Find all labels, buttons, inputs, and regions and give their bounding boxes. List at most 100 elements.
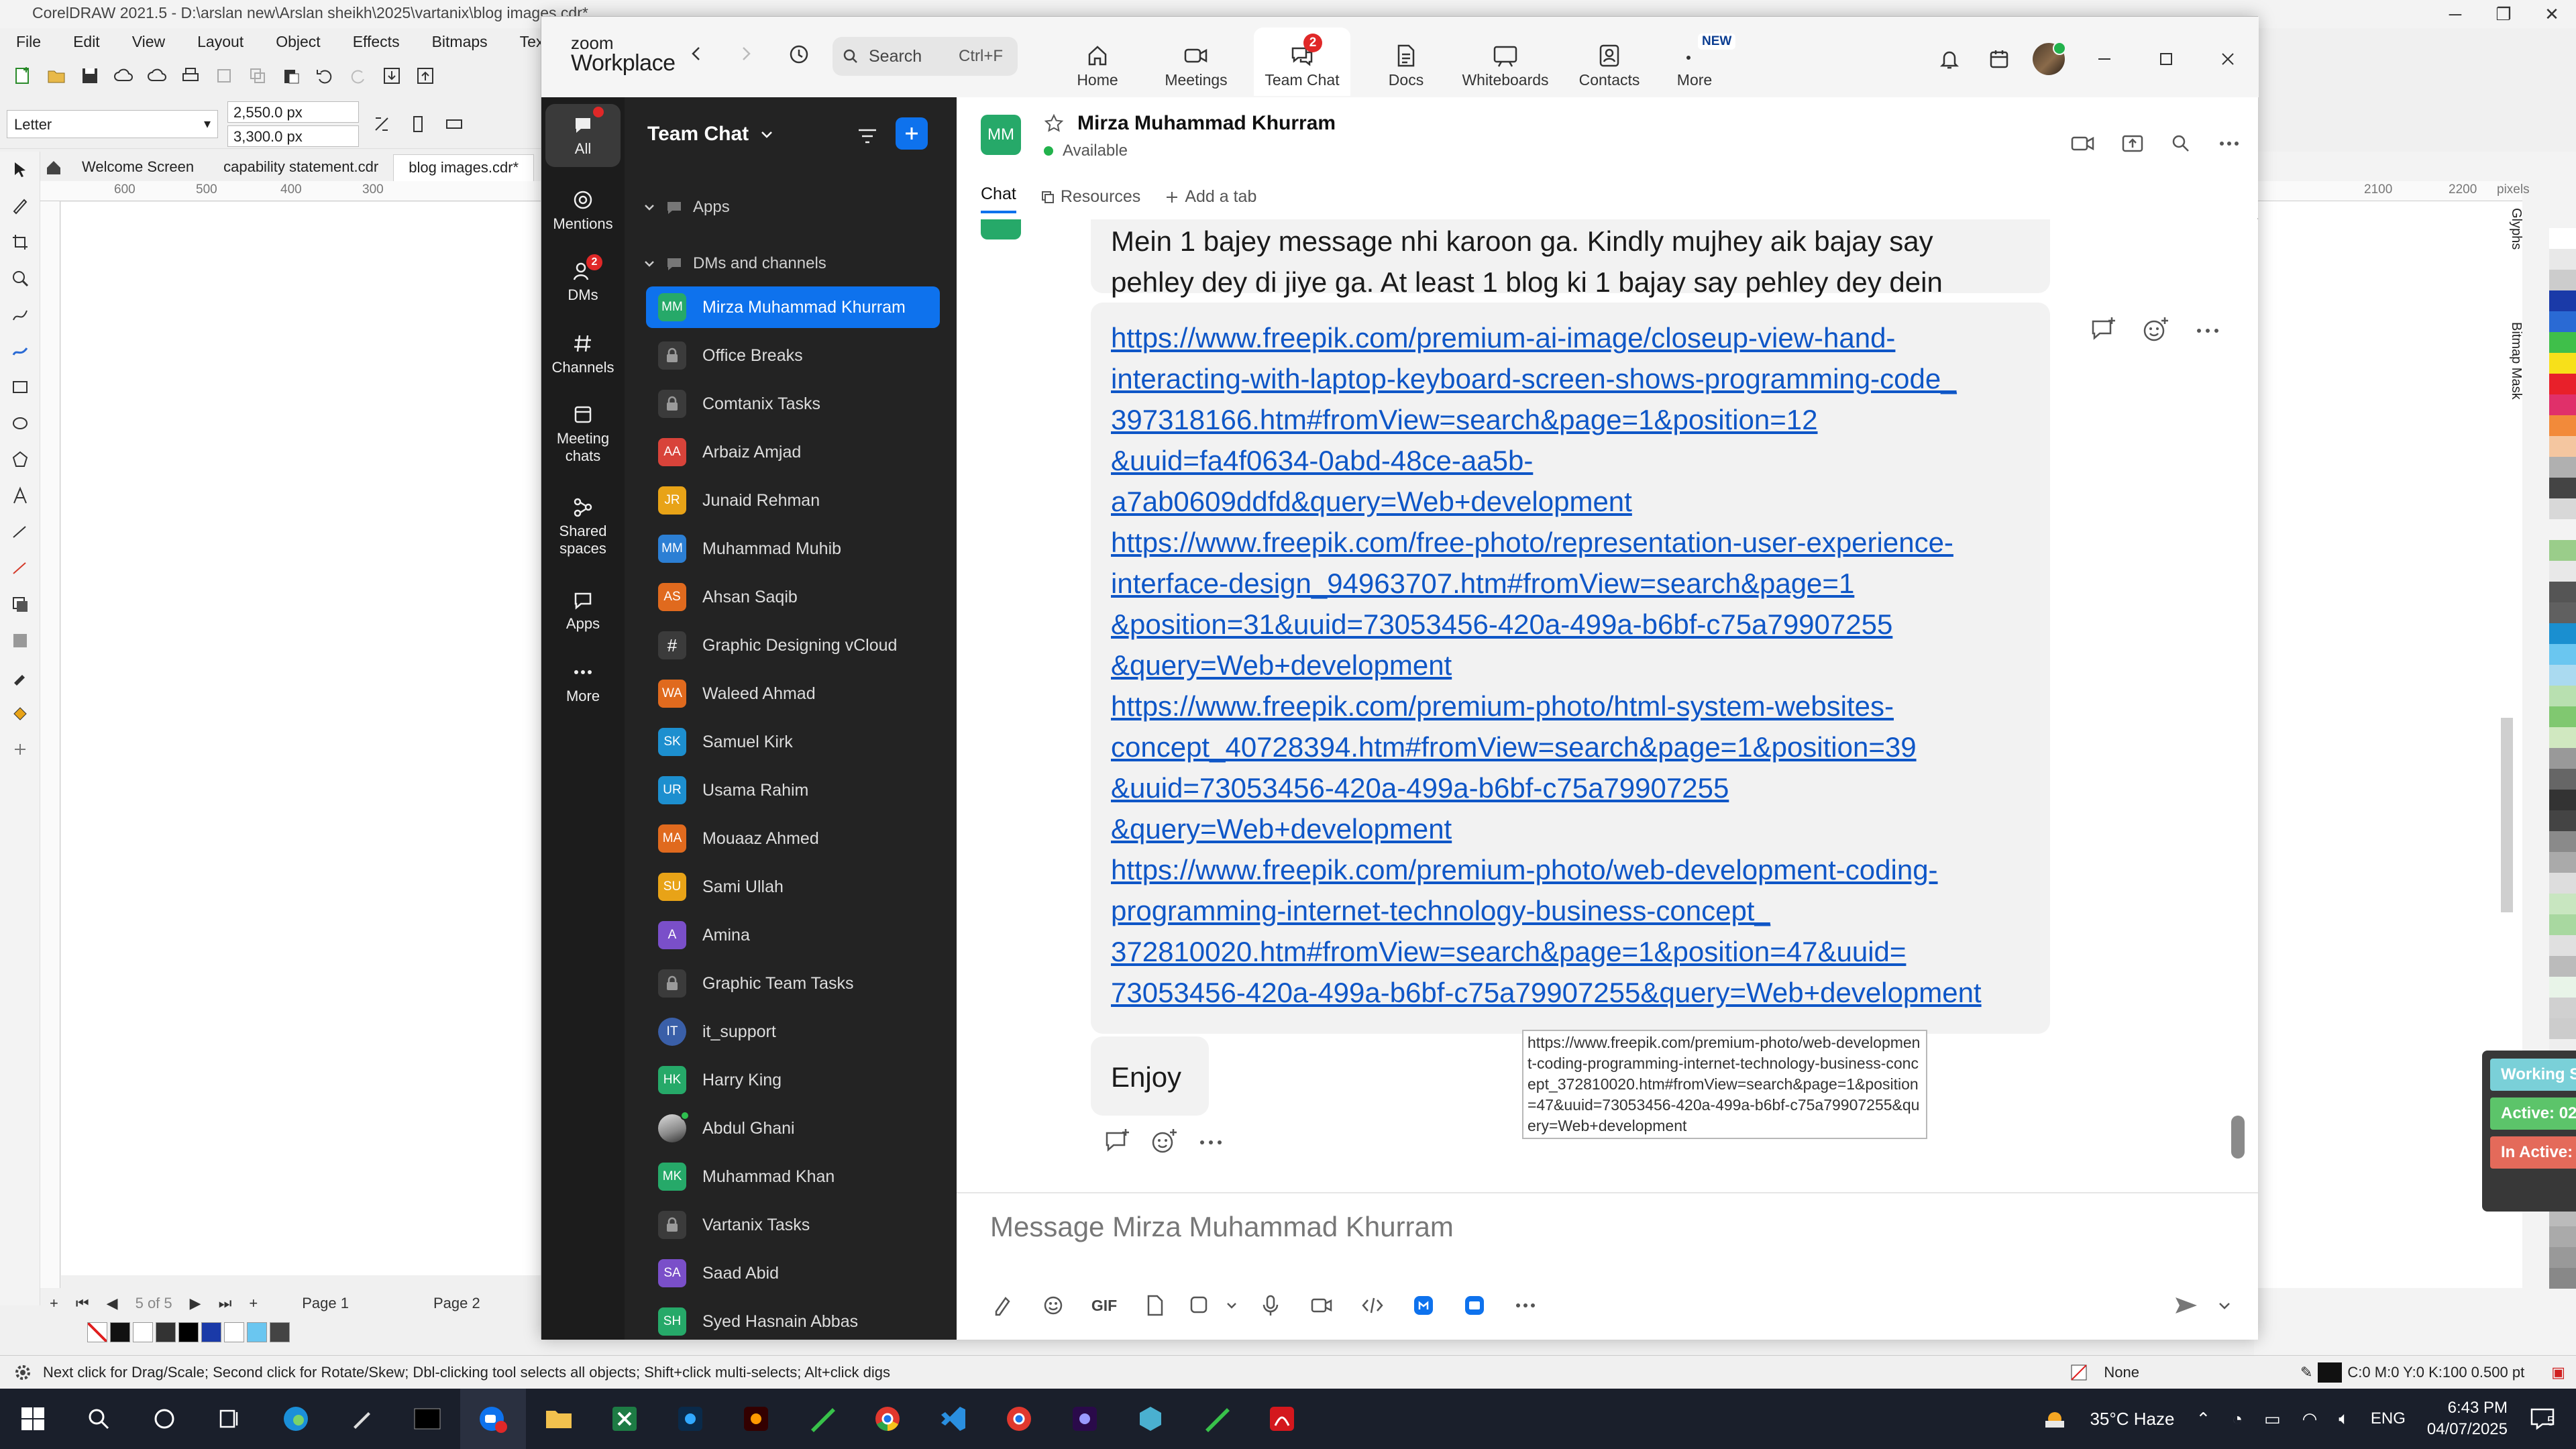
- nav-contacts[interactable]: Contacts: [1568, 28, 1651, 96]
- swatch-gray[interactable]: [270, 1322, 290, 1342]
- drawing-canvas[interactable]: [61, 202, 543, 1275]
- palette-swatch[interactable]: [2549, 665, 2576, 686]
- app-icon-blue-chat[interactable]: [1449, 1289, 1500, 1322]
- swatch-white[interactable]: [133, 1322, 153, 1342]
- cut-icon[interactable]: [211, 62, 237, 89]
- chevron-down-icon[interactable]: [2218, 1299, 2231, 1312]
- palette-swatch[interactable]: [2549, 727, 2576, 748]
- weather-text[interactable]: 35°C Haze: [2079, 1409, 2185, 1430]
- profile-avatar[interactable]: [2024, 41, 2074, 77]
- restore-button[interactable]: ❐: [2479, 0, 2528, 28]
- interactive-fill-icon[interactable]: [0, 695, 40, 731]
- windows-start-icon[interactable]: [0, 1389, 66, 1449]
- swatch-white-2[interactable]: [224, 1322, 244, 1342]
- artistic-media-icon[interactable]: [0, 333, 40, 369]
- working-status[interactable]: Working S: [2490, 1059, 2576, 1091]
- last-page-icon[interactable]: ⏭: [219, 1295, 232, 1312]
- message-link[interactable]: https://www.freepik.com/free-photo/repre…: [1111, 522, 2030, 686]
- menu-bitmaps[interactable]: Bitmaps: [416, 33, 504, 51]
- volume-icon[interactable]: 🔈︎: [2328, 1408, 2360, 1430]
- transparency-icon[interactable]: [0, 623, 40, 659]
- star-icon[interactable]: [1044, 113, 1064, 133]
- nav-docs[interactable]: Docs: [1369, 28, 1443, 96]
- message-link[interactable]: https://www.freepik.com/premium-photo/we…: [1111, 849, 2030, 1013]
- chat-list-item[interactable]: # Graphic Designing vCloud: [646, 625, 940, 666]
- print-icon[interactable]: [177, 62, 204, 89]
- chevron-up-icon[interactable]: ⌃: [2185, 1409, 2221, 1430]
- section-apps[interactable]: Apps: [643, 198, 730, 217]
- polygon-tool-icon[interactable]: [0, 441, 40, 478]
- swatch-none[interactable]: [87, 1322, 107, 1342]
- chat-list-item[interactable]: MM Mirza Muhammad Khurram: [646, 286, 940, 328]
- minimize-button[interactable]: ─: [2431, 0, 2479, 28]
- rail-shared-spaces[interactable]: Shared spaces: [545, 492, 621, 557]
- links-message-bubble[interactable]: https://www.freepik.com/premium-ai-image…: [1091, 303, 2050, 1034]
- prev-page-icon[interactable]: ◀: [107, 1295, 118, 1312]
- cloud-upload-icon[interactable]: [110, 62, 137, 89]
- palette-swatch[interactable]: [2549, 332, 2576, 353]
- rail-meeting-chats[interactable]: Meeting chats: [545, 399, 621, 465]
- chat-list-item[interactable]: Abdul Ghani: [646, 1108, 940, 1149]
- chat-list-item[interactable]: Vartanix Tasks: [646, 1204, 940, 1246]
- chrome-icon[interactable]: [855, 1389, 920, 1449]
- ellipse-tool-icon[interactable]: [0, 405, 40, 441]
- palette-swatch[interactable]: [2549, 415, 2576, 436]
- message-bubble-enjoy[interactable]: Enjoy: [1091, 1036, 1209, 1116]
- chat-list-item[interactable]: IT it_support: [646, 1011, 940, 1053]
- parallel-dimension-icon[interactable]: [0, 514, 40, 550]
- new-document-icon[interactable]: [9, 62, 36, 89]
- contact-avatar[interactable]: MM: [981, 115, 1021, 155]
- palette-swatch[interactable]: [2549, 270, 2576, 290]
- text-tool-icon[interactable]: [0, 478, 40, 514]
- swatch-black[interactable]: [110, 1322, 130, 1342]
- chevron-down-icon[interactable]: [1218, 1289, 1245, 1322]
- coreldraw-app-icon-2[interactable]: [1183, 1389, 1249, 1449]
- coreldraw-app-icon[interactable]: [789, 1389, 855, 1449]
- shape-tool-icon[interactable]: [0, 188, 40, 224]
- palette-swatch[interactable]: [2549, 623, 2576, 644]
- palette-swatch[interactable]: [2549, 353, 2576, 374]
- menu-object[interactable]: Object: [260, 33, 336, 51]
- chat-list-item[interactable]: SH Syed Hasnain Abbas: [646, 1301, 940, 1342]
- new-chat-button[interactable]: [896, 117, 928, 150]
- save-icon[interactable]: [76, 62, 103, 89]
- rail-mentions[interactable]: Mentions: [545, 184, 621, 233]
- paste-icon[interactable]: [278, 62, 305, 89]
- palette-swatch[interactable]: [2549, 602, 2576, 623]
- search-icon[interactable]: [66, 1389, 131, 1449]
- docker-tab-glyphs[interactable]: Glyphs: [2508, 208, 2524, 250]
- file-icon[interactable]: [1130, 1289, 1181, 1322]
- display-icon[interactable]: ▭: [2253, 1409, 2292, 1430]
- chat-list-item[interactable]: MK Muhammad Khan: [646, 1156, 940, 1197]
- menu-layout[interactable]: Layout: [181, 33, 260, 51]
- scrollbar-thumb[interactable]: [2231, 1116, 2245, 1159]
- copy-icon[interactable]: [244, 62, 271, 89]
- palette-swatch[interactable]: [2549, 644, 2576, 665]
- acrobat-icon[interactable]: [1249, 1389, 1315, 1449]
- chat-list-item[interactable]: MA Mouaaz Ahmed: [646, 818, 940, 859]
- chat-list-item[interactable]: SA Saad Abid: [646, 1252, 940, 1294]
- video-call-icon[interactable]: [2070, 132, 2096, 155]
- sidebar-title[interactable]: Team Chat: [647, 123, 774, 146]
- chat-list-item[interactable]: AS Ahsan Saqib: [646, 576, 940, 618]
- rail-all[interactable]: All: [545, 104, 621, 167]
- palette-swatch[interactable]: [2549, 478, 2576, 498]
- palette-swatch[interactable]: [2549, 769, 2576, 790]
- notification-icon[interactable]: 5: [2518, 1405, 2567, 1432]
- minimize-button[interactable]: [2074, 41, 2135, 77]
- palette-swatch[interactable]: [2549, 582, 2576, 602]
- palette-swatch[interactable]: [2549, 457, 2576, 478]
- rail-dms[interactable]: 2 DMs: [545, 254, 621, 304]
- chat-list-item[interactable]: A Amina: [646, 914, 940, 956]
- page-height-input[interactable]: 3,300.0 px: [227, 125, 359, 147]
- tab-blog-images[interactable]: blog images.cdr*: [393, 154, 535, 181]
- menu-edit[interactable]: Edit: [57, 33, 116, 51]
- emoji-icon[interactable]: [1028, 1289, 1079, 1322]
- connector-tool-icon[interactable]: [0, 550, 40, 586]
- menu-view[interactable]: View: [116, 33, 181, 51]
- task-view-icon[interactable]: [197, 1389, 263, 1449]
- chrome-profile-icon[interactable]: [986, 1389, 1052, 1449]
- palette-swatch[interactable]: [2549, 1247, 2576, 1268]
- palette-swatch[interactable]: [2549, 748, 2576, 769]
- calendar-icon[interactable]: [1974, 41, 2024, 77]
